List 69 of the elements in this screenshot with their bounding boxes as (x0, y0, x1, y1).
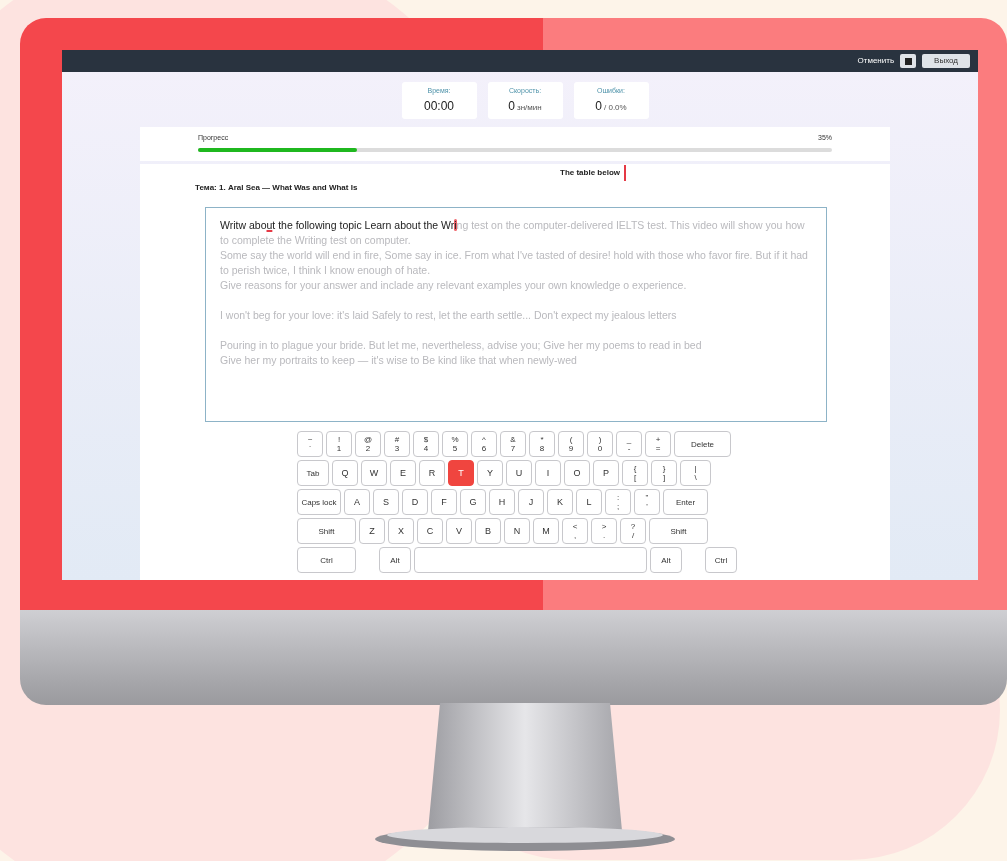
keyboard-key[interactable]: < , (562, 518, 588, 544)
exit-button[interactable]: Выход (922, 54, 970, 68)
keyboard-key[interactable]: ( 9 (558, 431, 584, 457)
hint-text: The table below (560, 167, 620, 179)
keyboard-key[interactable]: D (402, 489, 428, 515)
keyboard-key[interactable]: B (475, 518, 501, 544)
keyboard-key[interactable]: P (593, 460, 619, 486)
keyboard-key[interactable]: Alt (379, 547, 411, 573)
text-cursor (624, 165, 626, 181)
keyboard-key[interactable]: N (504, 518, 530, 544)
keyboard-key[interactable]: T (448, 460, 474, 486)
keyboard-key[interactable]: S (373, 489, 399, 515)
keyboard-key[interactable]: K (547, 489, 573, 515)
keyboard-key[interactable]: C (417, 518, 443, 544)
stop-button[interactable] (900, 54, 917, 68)
keyboard-key[interactable]: G (460, 489, 486, 515)
keyboard-key[interactable]: X (388, 518, 414, 544)
keyboard-key[interactable]: I (535, 460, 561, 486)
topic-title: Тема: 1. Aral Sea — What Was and What Is (195, 182, 359, 194)
keyboard-key[interactable]: % 5 (442, 431, 468, 457)
keyboard-key[interactable]: Enter (663, 489, 708, 515)
keyboard-key[interactable]: ~ ` (297, 431, 323, 457)
keyboard-key[interactable]: _ - (616, 431, 642, 457)
keyboard-key[interactable]: * 8 (529, 431, 555, 457)
keyboard-key[interactable]: " ' (634, 489, 660, 515)
keyboard-key[interactable]: | \ (680, 460, 711, 486)
keyboard-key[interactable]: Delete (674, 431, 731, 457)
keyboard-key[interactable]: Q (332, 460, 358, 486)
keyboard-key[interactable]: ^ 6 (471, 431, 497, 457)
stat-value: 0 (508, 97, 515, 115)
keyboard-key[interactable]: Alt (650, 547, 682, 573)
keyboard-key[interactable]: M (533, 518, 559, 544)
keyboard-key[interactable]: { [ (622, 460, 648, 486)
keyboard-key[interactable]: O (564, 460, 590, 486)
keyboard-key[interactable]: + = (645, 431, 671, 457)
stat-unit: / 0.0% (604, 101, 627, 114)
keyboard-key[interactable]: Y (477, 460, 503, 486)
keyboard-key[interactable]: F (431, 489, 457, 515)
keyboard-key[interactable]: & 7 (500, 431, 526, 457)
keyboard-key[interactable]: } ] (651, 460, 677, 486)
stat-value: 00:00 (424, 97, 454, 115)
keyboard-key[interactable]: H (489, 489, 515, 515)
stat-unit: зн/мин (517, 101, 542, 114)
keyboard-key[interactable]: Ctrl (705, 547, 737, 573)
keyboard-key[interactable]: ) 0 (587, 431, 613, 457)
keyboard-key[interactable]: Shift (297, 518, 356, 544)
keyboard-key[interactable]: Z (359, 518, 385, 544)
keyboard-key[interactable]: : ; (605, 489, 631, 515)
keyboard-key[interactable]: V (446, 518, 472, 544)
keyboard-key[interactable]: U (506, 460, 532, 486)
keyboard-key[interactable]: J (518, 489, 544, 515)
keyboard-key[interactable]: L (576, 489, 602, 515)
keyboard-key[interactable]: Caps lock (297, 489, 341, 515)
stat-value: 0 (595, 97, 602, 115)
keyboard-key[interactable]: # 3 (384, 431, 410, 457)
keyboard-key[interactable]: E (390, 460, 416, 486)
keyboard-key[interactable]: @ 2 (355, 431, 381, 457)
keyboard-key[interactable]: > . (591, 518, 617, 544)
keyboard-key[interactable]: ? / (620, 518, 646, 544)
keyboard-key[interactable]: Ctrl (297, 547, 356, 573)
keyboard-key[interactable]: ! 1 (326, 431, 352, 457)
keyboard-key[interactable]: $ 4 (413, 431, 439, 457)
keyboard-key[interactable]: Tab (297, 460, 329, 486)
keyboard-key[interactable]: A (344, 489, 370, 515)
keyboard-key[interactable]: R (419, 460, 445, 486)
text-area[interactable]: Writw about the following topic Learn about the Wring test on the computer-delivered IELTS test. This video will show you how to complete the Writing test on computer. Some say the world will end in fire, Some say in ice. From what I've tasted of desire! hold with those who favor fire. But if it had to perish twice, I think I know enough of hate. Give reasons for your answer and inclade any relevant examples your own knowledge o experience. I won't beg for your love: it's laid Safely to rest, let the earth settle... Don't expect my jealous letters Pouring in to plague your bride. But let me, nevertheless, advise you; Give her my poems to read in bed Give her my portraits to keep — it's wise to Be kind like that when newly-wed (205, 207, 827, 422)
keyboard-key[interactable]: W (361, 460, 387, 486)
keyboard-key[interactable]: Shift (649, 518, 708, 544)
cancel-link[interactable]: Отменить (857, 55, 895, 67)
